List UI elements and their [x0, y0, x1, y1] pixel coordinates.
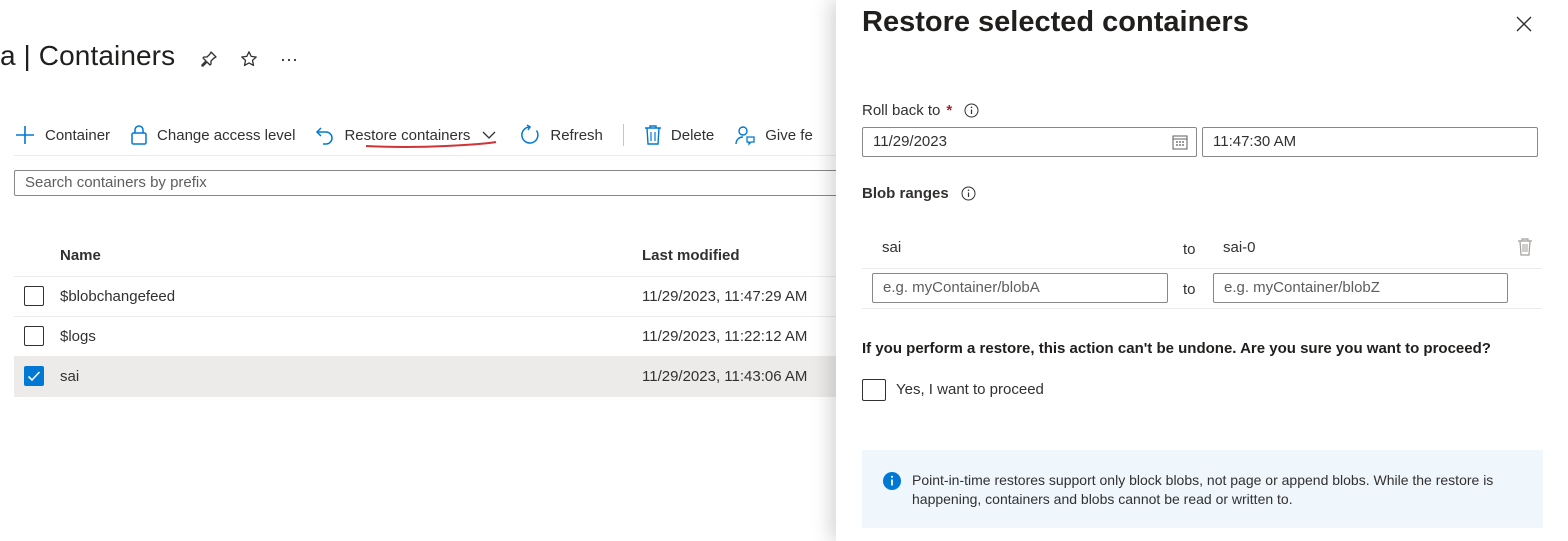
undo-icon — [316, 127, 334, 145]
pin-icon[interactable] — [200, 50, 218, 68]
more-icon[interactable] — [280, 50, 298, 68]
last-modified-value: 11/29/2023, 11:43:06 AM — [642, 368, 808, 385]
feedback-icon — [735, 126, 755, 146]
give-feedback-button[interactable]: Give fe — [734, 124, 813, 146]
date-input[interactable]: 11/29/2023 — [862, 127, 1197, 157]
time-input[interactable]: 11:47:30 AM — [1202, 127, 1538, 157]
proceed-checkbox[interactable] — [862, 379, 886, 401]
table-row[interactable]: sai 11/29/2023, 11:43:06 AM — [14, 357, 836, 397]
close-icon — [1516, 16, 1532, 32]
blob-ranges-label: Blob ranges — [862, 185, 949, 202]
delete-label: Delete — [670, 126, 715, 144]
containers-table: Name Last modified $blobchangefeed 11/29… — [14, 236, 836, 397]
row-checkbox[interactable] — [24, 286, 44, 306]
table-header: Name Last modified — [14, 236, 836, 277]
toolbar-divider-line — [14, 155, 836, 156]
container-name[interactable]: $blobchangefeed — [60, 277, 175, 317]
column-header-name[interactable]: Name — [60, 236, 101, 276]
time-value: 11:47:30 AM — [1213, 133, 1297, 150]
refresh-icon — [521, 124, 540, 144]
new-blob-range-row: e.g. myContainer/blobA to e.g. myContain… — [862, 268, 1542, 309]
plus-icon — [16, 126, 34, 144]
last-modified-value: 11/29/2023, 11:47:29 AM — [642, 288, 808, 305]
info-icon[interactable] — [961, 186, 976, 201]
last-modified-value: 11/29/2023, 11:22:12 AM — [642, 328, 808, 345]
info-message-text: Point-in-time restores support only bloc… — [912, 472, 1494, 507]
trash-icon — [1518, 238, 1532, 256]
title-actions — [200, 50, 298, 68]
table-row[interactable]: $logs 11/29/2023, 11:22:12 AM — [14, 317, 836, 357]
new-range-to-word: to — [1183, 281, 1196, 298]
range-end-input[interactable]: e.g. myContainer/blobZ — [1213, 273, 1508, 303]
panel-title: Restore selected containers — [862, 6, 1249, 38]
range-to-value[interactable]: sai-0 — [1223, 239, 1256, 256]
checkmark-icon — [27, 371, 41, 382]
lock-icon — [131, 125, 147, 145]
restore-warning: If you perform a restore, this action ca… — [862, 340, 1491, 357]
range-start-placeholder: e.g. myContainer/blobA — [883, 279, 1040, 296]
refresh-button[interactable]: Refresh — [519, 124, 603, 146]
add-container-label: Container — [45, 126, 111, 144]
container-name[interactable]: $logs — [60, 317, 96, 357]
range-from-value[interactable]: sai — [882, 239, 901, 256]
info-message-bar: Point-in-time restores support only bloc… — [862, 450, 1543, 528]
row-checkbox-checked[interactable] — [24, 366, 44, 386]
toolbar-divider — [622, 124, 624, 146]
star-icon[interactable] — [240, 50, 258, 68]
roll-back-label-group: Roll back to * — [862, 102, 979, 119]
restore-panel: Restore selected containers Roll back to… — [836, 0, 1568, 541]
delete-range-button[interactable] — [1517, 237, 1533, 257]
container-name[interactable]: sai — [60, 357, 79, 397]
table-row[interactable]: $blobchangefeed 11/29/2023, 11:47:29 AM — [14, 277, 836, 317]
add-container-button[interactable]: Container — [14, 124, 110, 146]
range-start-input[interactable]: e.g. myContainer/blobA — [872, 273, 1168, 303]
change-access-level-label: Change access level — [157, 126, 296, 144]
page-title: a | Containers — [0, 40, 176, 71]
refresh-label: Refresh — [550, 126, 603, 144]
delete-button[interactable]: Delete — [644, 124, 714, 146]
blob-ranges-label-group: Blob ranges — [862, 185, 976, 202]
blob-range-row: sai to sai-0 — [862, 228, 1542, 269]
close-button[interactable] — [1516, 16, 1532, 32]
required-marker: * — [946, 102, 953, 119]
trash-icon — [644, 125, 661, 145]
search-placeholder: Search containers by prefix — [25, 174, 207, 191]
search-input[interactable]: Search containers by prefix — [14, 170, 844, 196]
roll-back-label: Roll back to — [862, 102, 941, 119]
info-icon[interactable] — [964, 103, 979, 118]
date-value: 11/29/2023 — [873, 133, 947, 150]
range-end-placeholder: e.g. myContainer/blobZ — [1224, 279, 1380, 296]
info-filled-icon — [883, 472, 901, 490]
change-access-level-button[interactable]: Change access level — [130, 124, 295, 146]
annotation-underline — [366, 141, 497, 148]
row-checkbox[interactable] — [24, 326, 44, 346]
range-to-word: to — [1183, 241, 1196, 258]
column-header-last-modified[interactable]: Last modified — [642, 236, 740, 276]
calendar-icon[interactable] — [1172, 134, 1188, 150]
give-feedback-label: Give fe — [765, 126, 813, 144]
proceed-label[interactable]: Yes, I want to proceed — [896, 381, 1044, 398]
